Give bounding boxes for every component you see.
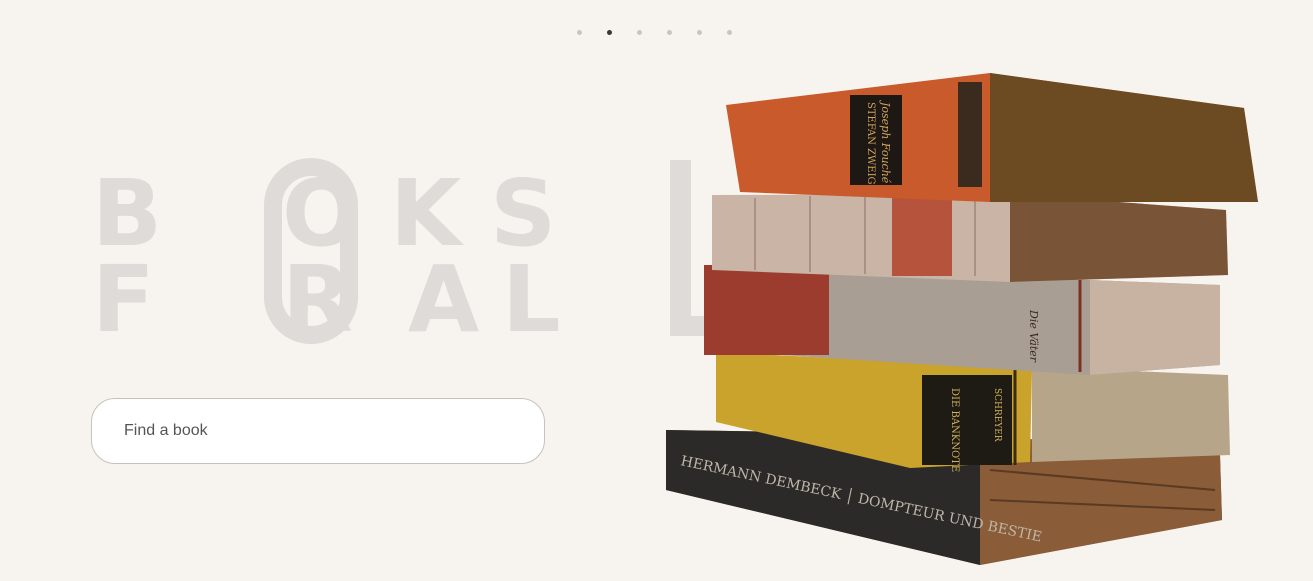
- hero-letter: F: [92, 246, 155, 353]
- carousel-dot-5[interactable]: [697, 30, 702, 35]
- book-patterned: [712, 194, 1228, 282]
- hero-letter: R: [282, 246, 353, 353]
- carousel-dot-2[interactable]: [607, 30, 612, 35]
- books-stack-image: HERMANN DEMBECK │ DOMPTEUR UND BESTIE DI…: [666, 73, 1258, 565]
- carousel-dot-3[interactable]: [637, 30, 642, 35]
- svg-text:SCHREYER: SCHREYER: [992, 388, 1002, 442]
- carousel-dot-1[interactable]: [577, 30, 582, 35]
- hero-letter: L: [502, 246, 561, 353]
- svg-text:Die Väter: Die Väter: [1027, 309, 1040, 363]
- carousel-dot-6[interactable]: [727, 30, 732, 35]
- search-input[interactable]: [92, 399, 544, 463]
- book-top-orange: STEFAN ZWEIG Joseph Fouché: [726, 73, 1258, 202]
- svg-text:Joseph Fouché: Joseph Fouché: [879, 100, 892, 184]
- svg-text:STEFAN ZWEIG: STEFAN ZWEIG: [865, 102, 876, 185]
- hero-title: B O K S F R A L: [92, 158, 718, 353]
- carousel-dots: [577, 30, 732, 35]
- search-box: [91, 398, 545, 464]
- hero-letter: A: [408, 246, 480, 353]
- carousel-dot-4[interactable]: [667, 30, 672, 35]
- svg-text:DIE BANKNOTE: DIE BANKNOTE: [949, 388, 960, 472]
